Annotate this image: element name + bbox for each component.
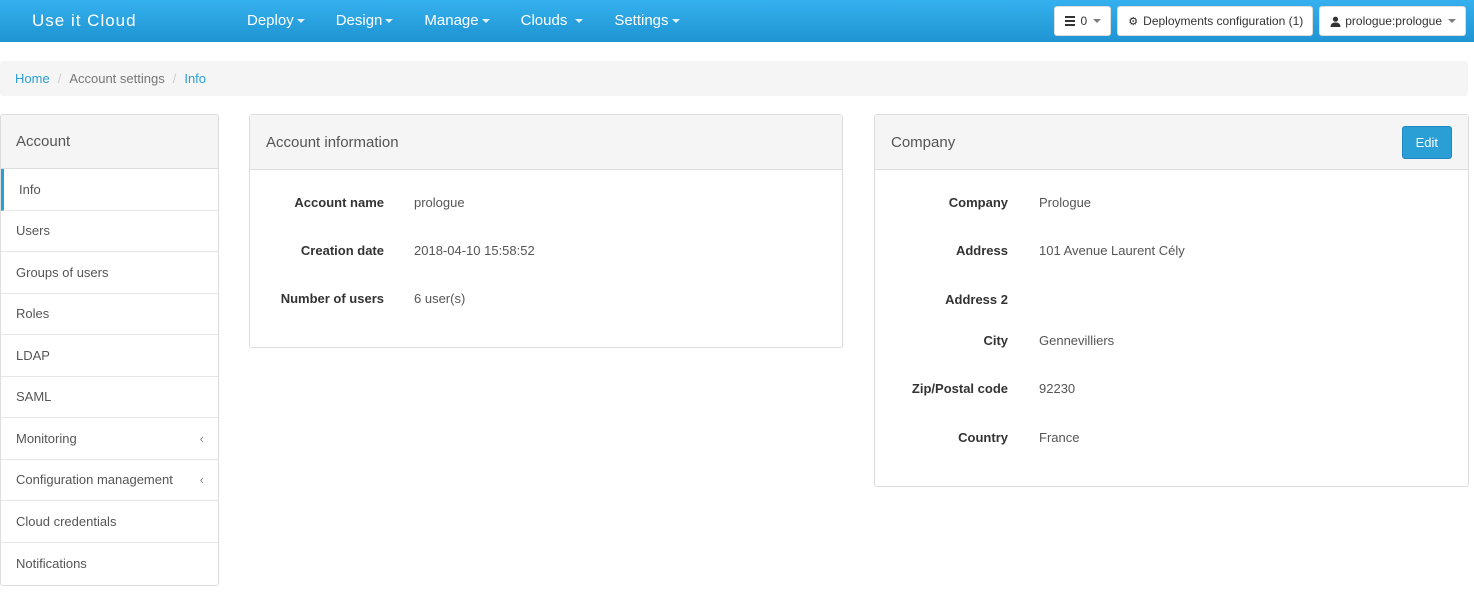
company-label: City [983, 333, 1008, 348]
menu-design[interactable]: Design [336, 0, 394, 42]
caret-down-icon [296, 19, 305, 24]
company-header: Company Edit [875, 115, 1468, 170]
info-row-number-of-users: Number of users 6 user(s) [250, 291, 466, 306]
menu-deploy[interactable]: Deploy [247, 0, 305, 42]
company-label: Address 2 [945, 292, 1008, 307]
menu-design-label: Design [335, 12, 383, 29]
info-label: Creation date [300, 243, 384, 258]
main-menu: Deploy Design Manage Clouds Settings [247, 0, 711, 42]
company-label: Country [958, 430, 1008, 445]
sidebar-item-label: Notifications [16, 555, 87, 571]
company-row-city: City Gennevilliers [875, 333, 1114, 348]
menu-settings-label: Settings [614, 12, 669, 29]
breadcrumb-separator: / [57, 71, 62, 86]
menu-clouds[interactable]: Clouds [521, 0, 584, 42]
menu-settings[interactable]: Settings [614, 0, 680, 42]
breadcrumb-separator: / [172, 71, 177, 86]
breadcrumb: Home / Account settings / Info [0, 61, 1468, 96]
sidebar-item-label: Monitoring [16, 430, 77, 446]
company-row-zip: Zip/Postal code 92230 [875, 381, 1075, 396]
gear-icon: ⚙ [1128, 15, 1139, 28]
account-sidebar: Account Info Users Groups of users Roles… [0, 114, 219, 586]
company-value: Gennevilliers [1039, 333, 1115, 348]
tasks-button[interactable]: 0 [1054, 6, 1112, 36]
info-label: Number of users [280, 291, 384, 306]
sidebar-title: Account [1, 115, 218, 169]
info-row-account-name: Account name prologue [250, 195, 465, 210]
sidebar-item-label: Groups of users [16, 264, 109, 280]
sidebar-item-ldap[interactable]: LDAP [1, 335, 218, 377]
sidebar-item-saml[interactable]: SAML [1, 377, 218, 418]
sidebar-item-label: LDAP [16, 347, 50, 363]
user-icon [1329, 15, 1341, 27]
menu-deploy-label: Deploy [247, 12, 294, 29]
chevron-left-icon: ‹ [199, 472, 204, 488]
edit-company-button[interactable]: Edit [1401, 125, 1452, 159]
account-information-panel: Account information Account name prologu… [249, 114, 843, 348]
sidebar-item-configuration-management[interactable]: Configuration management ‹ [1, 460, 218, 501]
info-label: Account name [294, 195, 384, 210]
breadcrumb-home[interactable]: Home [15, 71, 50, 86]
caret-down-icon [1448, 19, 1456, 23]
account-information-header: Account information [250, 115, 842, 170]
tasks-count: 0 [1080, 14, 1088, 28]
caret-down-icon [671, 19, 680, 24]
brand-logo[interactable]: Use it Cloud [32, 11, 137, 31]
company-panel: Company Edit Company Prologue Address 10… [874, 114, 1469, 487]
breadcrumb-account-settings: Account settings [69, 71, 165, 86]
info-value: prologue [414, 195, 465, 210]
company-value: 92230 [1039, 381, 1076, 396]
company-value: 101 Avenue Laurent Cély [1039, 243, 1185, 258]
breadcrumb-current[interactable]: Info [184, 71, 206, 86]
company-row-address: Address 101 Avenue Laurent Cély [875, 243, 1185, 258]
panel-title: Company [891, 133, 956, 151]
sidebar-item-label: Info [19, 181, 41, 197]
company-row-company: Company Prologue [875, 195, 1091, 210]
panel-title: Account information [266, 133, 399, 151]
top-navbar: Use it Cloud Deploy Design Manage Clouds… [0, 0, 1474, 42]
users-count-link[interactable]: 6 user(s) [414, 291, 465, 306]
sidebar-item-label: Configuration management [16, 472, 173, 488]
caret-down-icon [385, 19, 394, 24]
chevron-left-icon: ‹ [199, 430, 204, 446]
caret-down-icon [481, 19, 490, 24]
sidebar-item-info[interactable]: Info [1, 169, 218, 211]
tasks-list-icon [1064, 15, 1076, 27]
caret-down-icon [575, 19, 584, 24]
sidebar-item-cloud-credentials[interactable]: Cloud credentials [1, 501, 218, 543]
info-value: 2018-04-10 15:58:52 [414, 243, 535, 258]
user-menu-button[interactable]: prologue:prologue [1319, 6, 1466, 36]
company-label: Zip/Postal code [911, 381, 1008, 396]
caret-down-icon [1093, 19, 1102, 23]
menu-manage-label: Manage [424, 12, 479, 29]
sidebar-item-label: Roles [16, 306, 50, 322]
user-menu-label: prologue:prologue [1345, 14, 1442, 28]
company-row-address-2: Address 2 [875, 292, 1039, 307]
sidebar-item-monitoring[interactable]: Monitoring ‹ [1, 418, 218, 460]
sidebar-item-roles[interactable]: Roles [1, 294, 218, 335]
menu-clouds-label: Clouds [520, 12, 568, 29]
company-label: Company [948, 195, 1008, 210]
navbar-actions: 0 ⚙ Deployments configuration (1) prolog… [1054, 6, 1466, 36]
deployments-configuration-label: Deployments configuration (1) [1143, 14, 1304, 28]
sidebar-item-users[interactable]: Users [1, 211, 218, 252]
menu-manage[interactable]: Manage [424, 0, 490, 42]
company-label: Address [955, 243, 1008, 258]
company-row-country: Country France [875, 430, 1079, 445]
sidebar-item-label: SAML [16, 389, 52, 405]
info-row-creation-date: Creation date 2018-04-10 15:58:52 [250, 243, 535, 258]
deployments-configuration-button[interactable]: ⚙ Deployments configuration (1) [1117, 6, 1314, 36]
company-value: Prologue [1039, 195, 1092, 210]
company-value: France [1039, 430, 1080, 445]
sidebar-item-groups-of-users[interactable]: Groups of users [1, 252, 218, 294]
sidebar-item-label: Users [16, 223, 50, 239]
sidebar-item-notifications[interactable]: Notifications [1, 543, 218, 585]
sidebar-item-label: Cloud credentials [16, 513, 117, 529]
